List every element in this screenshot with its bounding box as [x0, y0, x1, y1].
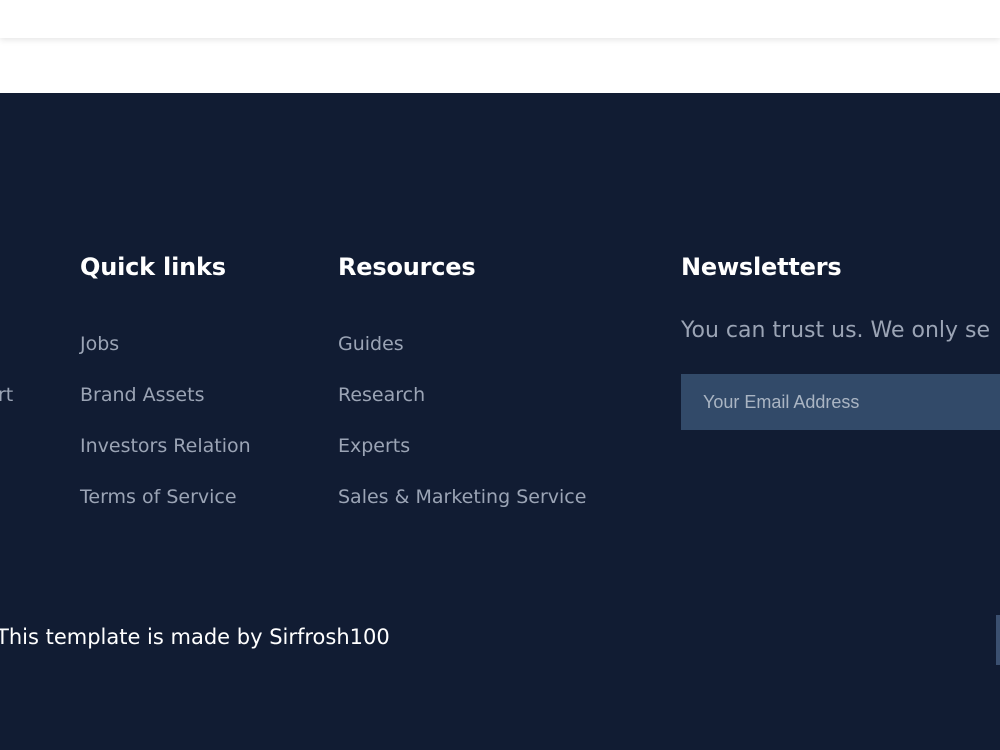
resources-heading: Resources [338, 253, 476, 281]
footer-link-jobs[interactable]: Jobs [80, 333, 251, 384]
footer-link-investors-relation[interactable]: Investors Relation [80, 435, 251, 486]
resources-list: Guides Research Experts Sales & Marketin… [338, 333, 586, 537]
footer-credit: This template is made by Sirfrosh100 [0, 625, 390, 649]
footer-link-experts[interactable]: Experts [338, 435, 586, 486]
site-footer: rt Quick links Jobs Brand Assets Investo… [0, 93, 1000, 750]
footer-link-research[interactable]: Research [338, 384, 586, 435]
footer-link-sales-marketing-service[interactable]: Sales & Marketing Service [338, 486, 586, 537]
newsletter-description: You can trust us. We only se [681, 318, 991, 343]
quick-links-heading: Quick links [80, 253, 226, 281]
footer-link-guides[interactable]: Guides [338, 333, 586, 384]
footer-link-partial[interactable]: rt [0, 384, 13, 406]
footer-link-brand-assets[interactable]: Brand Assets [80, 384, 251, 435]
scroll-to-top-button[interactable] [996, 615, 1000, 665]
header-bar [0, 0, 1000, 38]
newsletters-heading: Newsletters [681, 253, 842, 281]
newsletter-email-input[interactable] [681, 374, 1000, 430]
footer-link-terms-of-service[interactable]: Terms of Service [80, 486, 251, 537]
quick-links-list: Jobs Brand Assets Investors Relation Ter… [80, 333, 251, 537]
